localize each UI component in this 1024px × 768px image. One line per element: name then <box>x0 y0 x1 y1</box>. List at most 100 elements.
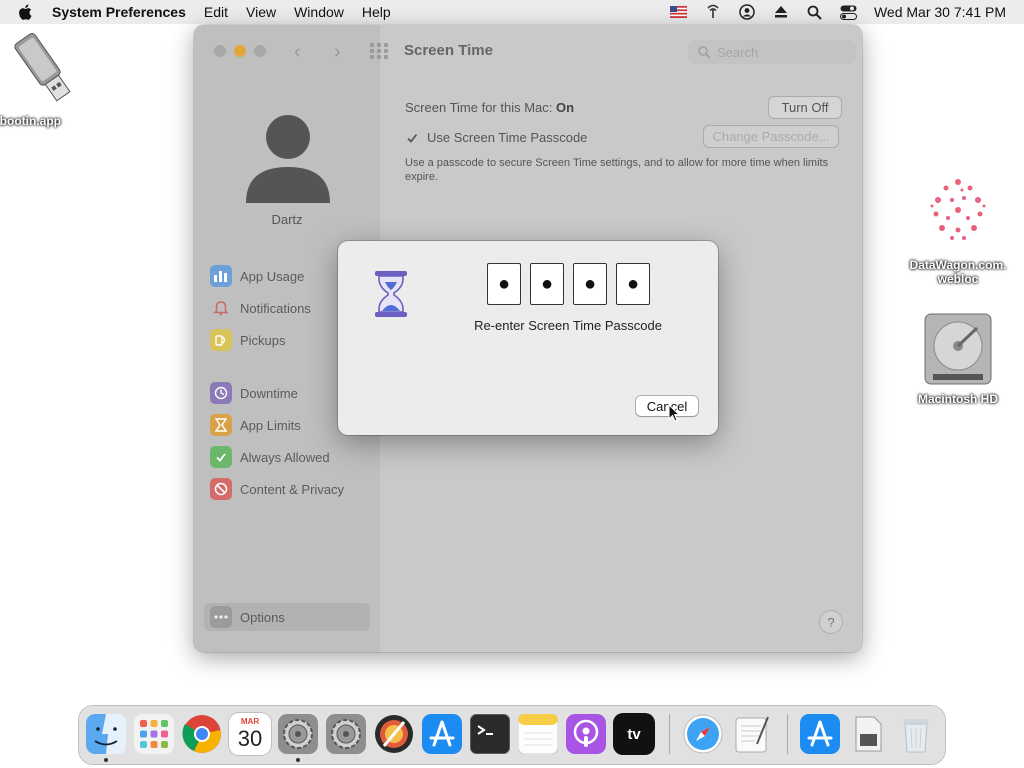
user-icon[interactable] <box>738 3 756 21</box>
desktop-icon-label-line2: webloc <box>937 272 979 286</box>
turn-off-button[interactable]: Turn Off <box>769 97 841 118</box>
dock-digital-color-meter[interactable] <box>373 713 415 755</box>
apple-tv-icon: tv <box>627 725 641 743</box>
dock-calendar[interactable]: MAR 30 <box>229 713 271 755</box>
minimize-button[interactable] <box>234 45 246 57</box>
status-prefix: Screen Time for this Mac: <box>405 100 553 115</box>
dock-app-store[interactable] <box>421 713 463 755</box>
checkmark-icon <box>405 131 419 145</box>
calendar-day: 30 <box>237 726 263 751</box>
bar-chart-icon <box>210 265 232 287</box>
dock-system-preferences[interactable] <box>277 713 319 755</box>
use-passcode-checkbox[interactable]: Use Screen Time Passcode <box>405 130 587 145</box>
dock-system-preferences-2[interactable] <box>325 713 367 755</box>
sidebar-item-label: App Usage <box>240 268 305 284</box>
menu-clock[interactable]: Wed Mar 30 7:41 PM <box>874 4 1006 20</box>
hard-drive-icon <box>906 310 1010 392</box>
passcode-digit-1[interactable]: ● <box>487 263 521 305</box>
desktop-icon-macintosh-hd[interactable]: Macintosh HD <box>906 310 1010 406</box>
spotlight-icon[interactable] <box>806 3 824 21</box>
cancel-button[interactable]: Cancel <box>636 396 698 416</box>
sidebar-item-always-allowed[interactable]: Always Allowed <box>210 445 330 469</box>
help-button[interactable]: ? <box>820 611 842 633</box>
menu-window[interactable]: Window <box>294 4 344 20</box>
user-name: Dartz <box>271 212 303 227</box>
sidebar-item-pickups[interactable]: Pickups <box>210 328 286 352</box>
color-meter-icon <box>375 715 413 753</box>
close-button[interactable] <box>214 45 226 57</box>
status-area: Wed Mar 30 7:41 PM <box>662 0 1024 24</box>
pickups-icon <box>210 329 232 351</box>
search-placeholder: Search <box>717 44 759 60</box>
user-avatar-icon <box>246 115 330 203</box>
dock-google-chrome[interactable] <box>181 713 223 755</box>
finder-icon <box>86 714 126 754</box>
menu-edit[interactable]: Edit <box>204 4 228 20</box>
menu-view[interactable]: View <box>246 4 276 20</box>
dialog-message: Re-enter Screen Time Passcode <box>474 318 662 333</box>
podcasts-icon <box>566 714 606 754</box>
app-store-icon <box>422 714 462 754</box>
sidebar-item-app-usage[interactable]: App Usage <box>210 264 304 288</box>
options-button[interactable]: Options <box>204 603 370 631</box>
dock-podcasts[interactable] <box>565 713 607 755</box>
gear-icon <box>278 714 318 754</box>
dock-preview[interactable] <box>847 713 889 755</box>
running-indicator <box>296 758 300 762</box>
screen-time-hourglass-icon <box>372 269 410 324</box>
help-label: ? <box>827 614 835 630</box>
document-icon <box>855 716 882 752</box>
back-arrow-icon[interactable]: ‹ <box>294 41 301 64</box>
sidebar-item-label: Pickups <box>240 332 286 348</box>
search-field[interactable]: Search <box>688 40 856 64</box>
dock-trash[interactable] <box>895 713 937 755</box>
zoom-button[interactable] <box>254 45 266 57</box>
sidebar-item-app-limits[interactable]: App Limits <box>210 413 301 437</box>
desktop-icon-etbootin[interactable]: etbootin.app <box>0 28 90 128</box>
forward-arrow-icon[interactable]: › <box>334 41 341 64</box>
passcode-digit-4[interactable]: ● <box>616 263 650 305</box>
dock-app-store-downloads[interactable] <box>799 713 841 755</box>
change-passcode-label: Change Passcode... <box>712 129 830 144</box>
dock-terminal[interactable] <box>469 713 511 755</box>
sidebar-item-downtime[interactable]: Downtime <box>210 381 298 405</box>
eject-icon[interactable] <box>772 3 790 21</box>
desktop-icon-label-line1: DataWagon.com. <box>909 258 1007 272</box>
menu-app-name[interactable]: System Preferences <box>52 4 186 20</box>
cancel-label: Cancel <box>646 398 688 414</box>
dock-notes[interactable] <box>517 713 559 755</box>
sidebar-item-notifications[interactable]: Notifications <box>210 296 311 320</box>
network-icon[interactable] <box>704 3 722 21</box>
gear-icon <box>326 714 366 754</box>
passcode-dialog: ● ● ● ● Re-enter Screen Time Passcode Ca… <box>338 241 718 435</box>
window-title: Screen Time <box>404 42 493 59</box>
show-all-grid-icon[interactable] <box>370 43 388 64</box>
sidebar-item-label: Notifications <box>240 300 311 316</box>
dock-textedit[interactable] <box>730 713 772 755</box>
title-bar: ‹ › Screen Time Search <box>194 25 862 77</box>
desktop-icon-datawagon[interactable]: DataWagon.com. webloc <box>898 170 1018 286</box>
passcode-digit-3[interactable]: ● <box>573 263 607 305</box>
dock-finder[interactable] <box>85 713 127 755</box>
sidebar-item-content-privacy[interactable]: Content & Privacy <box>210 477 344 501</box>
passcode-digit-2[interactable]: ● <box>530 263 564 305</box>
turn-off-label: Turn Off <box>781 100 829 115</box>
dock-safari[interactable] <box>682 713 724 755</box>
dock-tv[interactable]: tv <box>613 713 655 755</box>
us-flag-icon[interactable] <box>670 3 688 21</box>
menu-help[interactable]: Help <box>362 4 391 20</box>
safari-icon <box>683 714 723 754</box>
change-passcode-button[interactable]: Change Passcode... <box>704 126 838 147</box>
control-center-icon[interactable] <box>840 3 858 21</box>
webloc-icon <box>898 170 1018 258</box>
trash-icon <box>903 719 929 753</box>
apple-menu-icon[interactable] <box>18 3 36 21</box>
search-icon <box>698 45 711 59</box>
dock-launchpad[interactable] <box>133 713 175 755</box>
usb-drive-icon <box>0 28 90 114</box>
menu-bar: System Preferences Edit View Window Help <box>0 0 1024 24</box>
sidebar-item-label: Always Allowed <box>240 449 330 465</box>
bell-icon <box>210 297 232 319</box>
ellipsis-icon <box>210 606 232 628</box>
textedit-icon <box>735 716 769 753</box>
